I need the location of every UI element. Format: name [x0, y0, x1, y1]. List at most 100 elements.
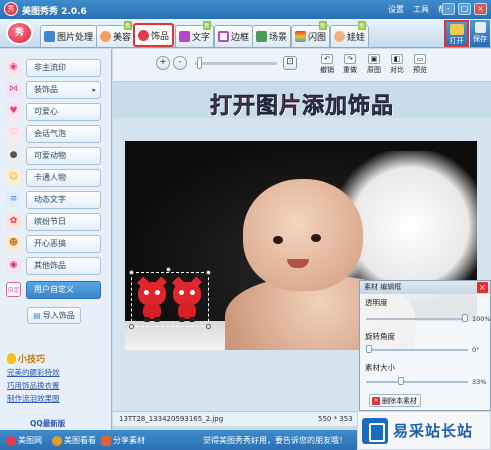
tab-flash[interactable]: 闪图 新 — [291, 21, 331, 47]
zoom-out-button[interactable]: - — [173, 56, 187, 70]
status-link-label: 美图网 — [18, 436, 42, 445]
tab-frame[interactable]: 边框 — [214, 25, 254, 47]
status-link-label: 分享素材 — [113, 436, 145, 445]
site-watermark: 易采站长站 — [357, 411, 491, 450]
save-button[interactable]: 保存 — [470, 20, 490, 47]
transparency-slider[interactable] — [366, 318, 468, 320]
sidebar-item-label: 可爱心 — [26, 102, 101, 121]
app-title: 美图秀秀 2.0.6 — [22, 7, 87, 17]
import-icon: ▤ — [33, 311, 41, 320]
tab-accessories[interactable]: 饰品 — [133, 23, 175, 47]
watermark-logo-icon — [362, 417, 388, 444]
sidebar-item-speech-bubbles[interactable]: ♡ 会话气泡 — [6, 124, 108, 143]
preview-label: 预览 — [413, 66, 427, 74]
sidebar-item-animated-text[interactable]: ≡ 动态文字 — [6, 190, 108, 209]
heart-icon: ♥ — [6, 104, 21, 119]
original-image-icon: ▣ — [368, 54, 380, 64]
new-badge: 新 — [124, 21, 133, 30]
tip-link[interactable]: 巧用饰品换衣置 — [7, 380, 60, 391]
menu-settings[interactable]: 设置 — [388, 4, 404, 15]
delete-material-button[interactable]: × 删除本素材 — [369, 394, 421, 407]
new-badge: 新 — [319, 21, 328, 30]
text-icon: ≡ — [6, 192, 21, 207]
undo-icon: ↶ — [321, 54, 333, 64]
open-button[interactable]: 打开 — [444, 20, 469, 47]
expand-arrow-icon: ▸ — [92, 85, 96, 94]
sidebar-item-text: 装饰品 — [34, 84, 58, 94]
cat-eye — [190, 290, 195, 295]
sidebar-item-cartoon-characters[interactable]: ☺ 卡通人物 — [6, 168, 108, 187]
sidebar-item-label: 其他饰品 — [26, 256, 101, 275]
sidebar-item-decorations[interactable]: ⋈ 装饰品 ▸ — [6, 80, 108, 99]
tab-label: 场景 — [269, 33, 288, 43]
tab-label: 边框 — [231, 33, 250, 43]
flash-icon — [295, 31, 306, 42]
rotation-label: 旋转角度 — [365, 332, 395, 341]
material-panel-header[interactable]: 素材 编辑框 × — [360, 281, 490, 294]
resize-handle[interactable] — [206, 270, 211, 275]
image-dimensions: 550 * 353 — [318, 415, 353, 423]
red-cat-sticker — [171, 276, 203, 322]
tab-beauty[interactable]: 美容 新 — [96, 21, 136, 47]
compare-label: 对比 — [390, 66, 404, 74]
resize-handle[interactable] — [129, 324, 134, 329]
sidebar-item-cute-hearts[interactable]: ♥ 可爱心 — [6, 102, 108, 121]
status-link-share[interactable]: 分享素材 — [101, 435, 145, 446]
close-icon[interactable]: × — [477, 282, 488, 293]
tab-image-processing[interactable]: 图片处理 — [40, 25, 98, 47]
close-button[interactable]: × — [474, 3, 487, 15]
tip-link[interactable]: 完美的腮彩特效 — [7, 367, 60, 378]
size-value: 33% — [472, 378, 487, 386]
minimize-button[interactable]: - — [442, 3, 455, 15]
import-accessory-button[interactable]: ▤ 导入饰品 — [27, 307, 81, 324]
resize-handle[interactable] — [129, 270, 134, 275]
size-slider-thumb[interactable] — [397, 377, 404, 385]
menu-tools[interactable]: 工具 — [413, 4, 429, 15]
sidebar-item-funny[interactable]: ☻ 开心恶搞 — [6, 234, 108, 253]
tab-scene[interactable]: 场景 — [252, 25, 292, 47]
funny-icon: ☻ — [6, 236, 21, 251]
annotation-heading: 打开图片添加饰品 — [209, 94, 394, 120]
material-panel-title: 素材 编辑框 — [364, 283, 402, 291]
transparency-slider-thumb[interactable] — [462, 314, 468, 322]
zoom-slider[interactable] — [195, 62, 277, 65]
meitu-logo-icon[interactable]: 秀 — [6, 21, 33, 45]
zoom-in-button[interactable]: + — [156, 56, 170, 70]
sidebar-item-cute-animals[interactable]: ● 可爱动物 — [6, 146, 108, 165]
sidebar-item-label: 动态文字 — [26, 190, 101, 209]
preview-button[interactable]: ▭ 预览 — [410, 54, 430, 76]
fit-screen-button[interactable]: ⊡ — [283, 56, 297, 70]
tab-doll[interactable]: 娃娃 新 — [330, 21, 370, 47]
size-slider[interactable] — [366, 381, 468, 383]
status-link-viewer[interactable]: 美图看看 — [52, 435, 96, 446]
maximize-button[interactable]: □ — [458, 3, 471, 15]
rotate-handle[interactable] — [166, 267, 171, 272]
sidebar-item-festivals[interactable]: ✿ 缤纷节日 — [6, 212, 108, 231]
resize-handle[interactable] — [206, 324, 211, 329]
redo-button[interactable]: ↷ 重做 — [340, 54, 360, 76]
tip-link[interactable]: 制作流泪效果图 — [7, 393, 60, 404]
undo-button[interactable]: ↶ 撤销 — [317, 54, 337, 76]
original-button[interactable]: ▣ 原图 — [364, 54, 384, 76]
heart-icon — [138, 29, 149, 41]
sidebar-item-non-mainstream[interactable]: ◉ 非主流印 — [6, 58, 108, 77]
rotation-slider-thumb[interactable] — [366, 345, 372, 353]
lightbulb-icon — [7, 353, 16, 364]
sidebar-item-other-accessories[interactable]: ◉ 其他饰品 — [6, 256, 108, 275]
zoom-slider-thumb[interactable] — [197, 57, 202, 69]
status-link-label: 美图看看 — [64, 436, 96, 445]
status-link-meitu[interactable]: 美图网 — [6, 435, 42, 446]
rotation-slider[interactable] — [366, 349, 468, 351]
compare-button[interactable]: ◧ 对比 — [387, 54, 407, 76]
folder-icon — [449, 24, 464, 35]
sidebar-item-user-defined[interactable]: 自定 用户自定义 — [6, 280, 108, 299]
text-icon — [179, 31, 190, 42]
baby-eye — [311, 234, 321, 242]
tab-text[interactable]: 文字 新 — [175, 21, 215, 47]
qq-download-link[interactable]: QQ最新版 — [30, 418, 65, 429]
window-controls: - □ × — [442, 3, 487, 15]
lips-icon: ◉ — [6, 60, 21, 75]
status-message: 觉得美图秀秀好用，要告诉您的朋友哦！ — [203, 435, 347, 446]
image-icon — [44, 31, 55, 42]
frame-icon — [218, 31, 229, 42]
